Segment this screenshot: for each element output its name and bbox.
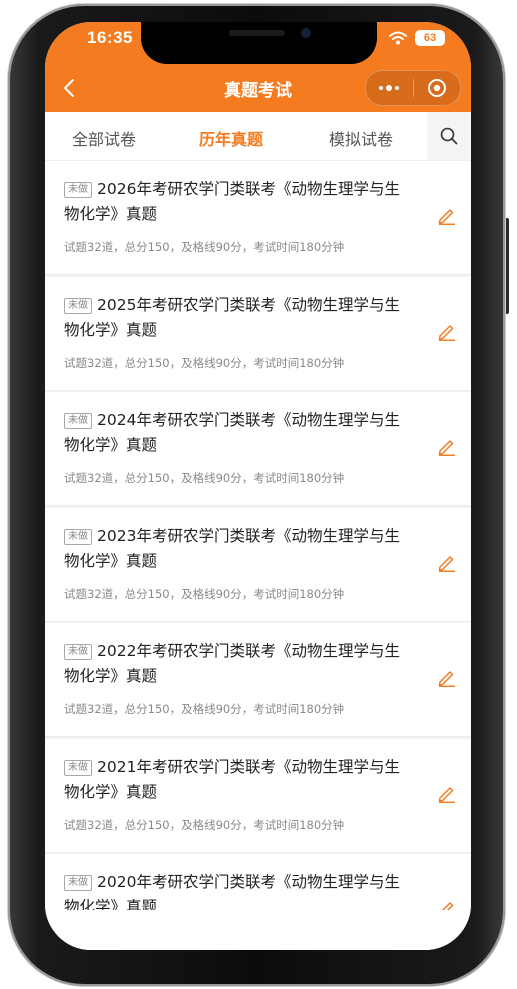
paper-card[interactable]: 未做 2021年考研农学门类联考《动物生理学与生物化学》真题 试题32道，总分15… bbox=[45, 738, 471, 853]
paper-title: 2022年考研农学门类联考《动物生理学与生物化学》真题 bbox=[64, 642, 400, 685]
paper-title: 2026年考研农学门类联考《动物生理学与生物化学》真题 bbox=[64, 180, 400, 223]
paper-card[interactable]: 未做 2023年考研农学门类联考《动物生理学与生物化学》真题 试题32道，总分15… bbox=[45, 507, 471, 622]
status-badge: 未做 bbox=[64, 644, 92, 660]
target-circle-icon bbox=[427, 79, 446, 97]
paper-card[interactable]: 未做 2026年考研农学门类联考《动物生理学与生物化学》真题 试题32道，总分15… bbox=[45, 161, 471, 275]
wifi-icon bbox=[389, 31, 407, 45]
speaker-grille bbox=[229, 30, 285, 36]
pencil-icon[interactable] bbox=[437, 436, 457, 456]
search-icon bbox=[440, 127, 458, 145]
status-badge: 未做 bbox=[64, 759, 92, 776]
bottom-safe-area bbox=[45, 910, 471, 950]
tab-bar: 全部试卷 历年真题 模拟试卷 bbox=[45, 112, 471, 161]
paper-title: 2024年考研农学门类联考《动物生理学与生物化学》真题 bbox=[64, 411, 400, 454]
search-button[interactable] bbox=[427, 112, 471, 160]
tab-all-papers[interactable]: 全部试卷 bbox=[72, 126, 136, 150]
paper-card[interactable]: 未做 2022年考研农学门类联考《动物生理学与生物化学》真题 试题32道，总分15… bbox=[45, 623, 471, 737]
pencil-icon[interactable] bbox=[437, 667, 457, 687]
pencil-icon[interactable] bbox=[437, 205, 457, 225]
tab-mock-papers[interactable]: 模拟试卷 bbox=[329, 126, 393, 150]
paper-card[interactable]: 未做 2024年考研农学门类联考《动物生理学与生物化学》真题 试题32道，总分15… bbox=[45, 392, 471, 506]
close-miniprogram-button[interactable] bbox=[414, 78, 461, 98]
status-badge: 未做 bbox=[64, 182, 92, 198]
paper-meta: 试题32道，总分150，及格线90分，考试时间180分钟 bbox=[64, 702, 345, 716]
paper-title: 2023年考研农学门类联考《动物生理学与生物化学》真题 bbox=[64, 526, 400, 570]
status-badge: 未做 bbox=[64, 875, 92, 891]
miniprogram-capsule bbox=[365, 70, 461, 106]
phone-screen: 16:35 63 真题考试 全部试卷 历年真题 模拟试卷 未做 2026年考研农… bbox=[45, 22, 471, 950]
front-camera-icon bbox=[301, 28, 311, 38]
pencil-icon[interactable] bbox=[437, 783, 457, 803]
status-time: 16:35 bbox=[87, 28, 133, 47]
paper-title: 2025年考研农学门类联考《动物生理学与生物化学》真题 bbox=[64, 295, 400, 339]
paper-meta: 试题32道，总分150，及格线90分，考试时间180分钟 bbox=[64, 471, 345, 485]
paper-meta: 试题32道，总分150，及格线90分，考试时间180分钟 bbox=[64, 586, 345, 601]
paper-card[interactable]: 未做 2025年考研农学门类联考《动物生理学与生物化学》真题 试题32道，总分15… bbox=[45, 276, 471, 391]
paper-title: 2021年考研农学门类联考《动物生理学与生物化学》真题 bbox=[64, 757, 400, 801]
status-badge: 未做 bbox=[64, 413, 92, 429]
paper-meta: 试题32道，总分150，及格线90分，考试时间180分钟 bbox=[64, 817, 345, 832]
tab-past-papers[interactable]: 历年真题 bbox=[199, 126, 263, 150]
paper-meta: 试题32道，总分150，及格线90分，考试时间180分钟 bbox=[64, 355, 345, 370]
more-button[interactable] bbox=[366, 85, 413, 91]
pencil-icon[interactable] bbox=[437, 552, 457, 572]
header-area: 16:35 63 真题考试 bbox=[45, 22, 471, 112]
status-icons: 63 bbox=[389, 30, 445, 46]
pencil-icon[interactable] bbox=[437, 321, 457, 341]
nav-bar: 真题考试 bbox=[45, 68, 471, 108]
status-badge: 未做 bbox=[64, 528, 92, 545]
battery-icon: 63 bbox=[415, 30, 445, 46]
paper-list: 未做 2026年考研农学门类联考《动物生理学与生物化学》真题 试题32道，总分15… bbox=[45, 161, 471, 950]
paper-meta: 试题32道，总分150，及格线90分，考试时间180分钟 bbox=[64, 240, 345, 254]
camera-notch bbox=[141, 22, 377, 64]
more-dots-icon bbox=[379, 86, 384, 90]
status-badge: 未做 bbox=[64, 297, 92, 314]
